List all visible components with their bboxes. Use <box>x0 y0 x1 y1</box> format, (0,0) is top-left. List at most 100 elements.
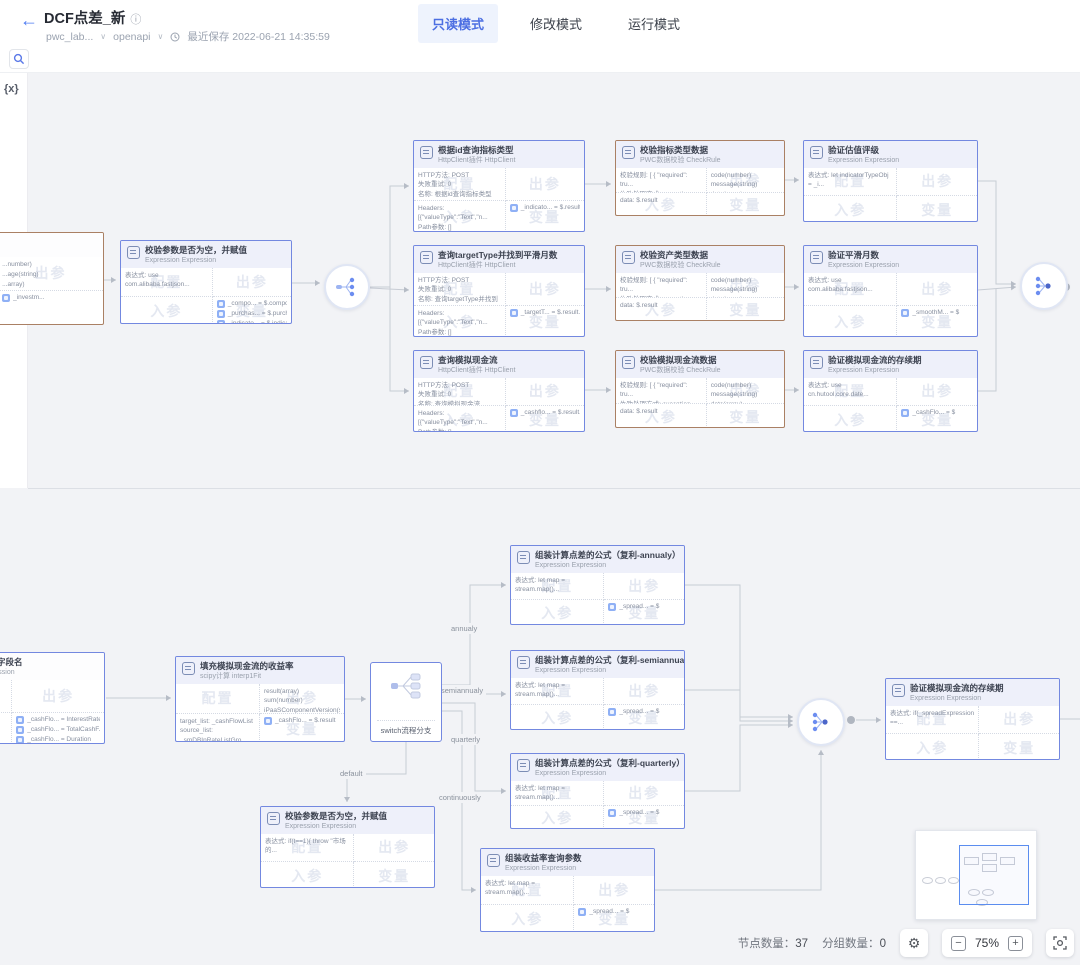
variable-icon <box>510 409 518 417</box>
httpclient-icon <box>420 146 433 159</box>
page-title: DCF点差_新ⓘ <box>44 7 141 28</box>
checkrule-icon <box>622 251 635 264</box>
flow-canvas[interactable]: {x} <box>0 73 1080 965</box>
app-select[interactable]: openapi <box>113 31 150 43</box>
variable-icon <box>510 309 518 317</box>
zoom-level: 75% <box>975 936 999 950</box>
variables-fx-icon[interactable]: {x} <box>4 83 19 95</box>
variable-badge: _cashflo... = $.result.dat... <box>510 409 580 417</box>
minimap-viewport[interactable] <box>959 845 1029 905</box>
variable-badge: _spread... = $ <box>608 809 680 817</box>
edge-label-default: default <box>337 768 366 779</box>
group-count: 分组数量：0 <box>822 935 886 951</box>
node-switch-branch[interactable]: switch流程分支 <box>370 662 442 742</box>
expression-icon <box>127 246 140 259</box>
node-validate-indicator-data[interactable]: 校验指标类型数据PWC数据校验 CheckRule 校验规则: [ { "req… <box>615 140 785 216</box>
section-divider <box>28 488 1080 489</box>
variable-badge: _cashFlo... = $.result <box>264 717 340 725</box>
node-check-params-default[interactable]: 校验参数是否为空，并赋值Expression Expression 配置表达式:… <box>260 806 435 888</box>
expression-icon <box>267 812 280 825</box>
node-count: 节点数量：37 <box>738 935 808 951</box>
tab-readonly-mode[interactable]: 只读模式 <box>418 4 498 43</box>
chevron-down-icon: ∨ <box>100 32 106 41</box>
variable-icon <box>608 809 616 817</box>
node-yield-query-params[interactable]: 组装收益率查询参数Expression Expression 配置表达式: le… <box>480 848 655 932</box>
variable-badge: _cashFlo... = TotalCashF... <box>16 726 100 734</box>
fit-view-icon <box>1053 936 1067 950</box>
httpclient-icon <box>420 251 433 264</box>
variable-icon <box>901 309 909 317</box>
workspace-select[interactable]: pwc_lab... <box>46 31 93 43</box>
variable-icon <box>264 717 272 725</box>
node-verify-duration-top[interactable]: 验证模拟现金流的存续期Expression Expression 配置表达式: … <box>803 350 978 432</box>
variable-icon <box>608 603 616 611</box>
variable-badge: _cashFlo... = Duration <box>16 736 100 744</box>
node-spread-formula-annually[interactable]: 组装计算点差的公式（复利-annualy）Expression Expressi… <box>510 545 685 625</box>
expression-icon <box>810 146 823 159</box>
node-fill-yield[interactable]: 填充模拟现金流的收益率scipy计算 interp1Fit 配置 出参resul… <box>175 656 345 742</box>
variable-icon <box>16 716 24 724</box>
minimap[interactable] <box>915 830 1037 920</box>
expression-icon <box>517 759 530 772</box>
join-icon <box>1032 274 1056 298</box>
variable-badge: _indicato... = $.result.data <box>510 204 580 212</box>
variable-badge: _spread... = $ <box>608 603 680 611</box>
variable-badge: _purchas... = $.purchase... <box>217 310 287 318</box>
node-query-targettype[interactable]: 查询targetType并找到平滑月数HttpClient插件 HttpClie… <box>413 245 585 337</box>
last-saved-text: 最近保存 2022-06-21 14:35:59 <box>187 29 329 44</box>
mode-tabs: 只读模式 修改模式 运行模式 <box>418 3 694 43</box>
variable-badge: _indicato... = $.indicatorT... <box>217 320 287 324</box>
variable-badge: _smoothM... = $ <box>901 309 973 317</box>
search-icon <box>13 53 25 65</box>
header: ← DCF点差_新ⓘ pwc_lab... ∨ openapi ∨ 最近保存 2… <box>0 0 1080 73</box>
variable-badge: _spread... = $ <box>608 708 680 716</box>
variable-icon <box>16 736 24 744</box>
node-check-params-assign[interactable]: 校验参数是否为空，并赋值Expression Expression 配置表达式:… <box>120 240 292 324</box>
fork-node[interactable] <box>324 264 370 310</box>
status-bar: 节点数量：37 分组数量：0 ⚙ − 75% + <box>738 928 1074 958</box>
flow-editor: ← DCF点差_新ⓘ pwc_lab... ∨ openapi ∨ 最近保存 2… <box>0 0 1080 965</box>
node-partial-http[interactable]: 出参...number) ...age(string) ...array) 变量… <box>0 232 104 325</box>
search-button[interactable] <box>9 49 29 69</box>
expression-icon <box>517 656 530 669</box>
zoom-in-button[interactable]: + <box>1008 936 1023 951</box>
variable-badge: _cashFlo... = InterestRate <box>16 716 100 724</box>
fit-view-button[interactable] <box>1046 929 1074 957</box>
expression-icon <box>487 854 500 867</box>
node-verify-valuation[interactable]: 验证估值评级Expression Expression 配置表达式: let i… <box>803 140 978 222</box>
clock-icon <box>170 32 180 42</box>
switch-icon <box>389 673 423 699</box>
tab-run-mode[interactable]: 运行模式 <box>614 4 694 43</box>
node-spread-formula-semiannually[interactable]: 组装计算点差的公式（复利-semiannualy）Expression Expr… <box>510 650 685 730</box>
checkrule-icon <box>622 146 635 159</box>
settings-button[interactable]: ⚙ <box>900 929 928 957</box>
variable-icon <box>217 300 225 308</box>
zoom-controls: − 75% + <box>942 929 1032 957</box>
expression-icon <box>810 251 823 264</box>
variable-icon <box>217 310 225 318</box>
node-spread-formula-quarterly[interactable]: 组装计算点差的公式（复利-quarterly）Expression Expres… <box>510 753 685 829</box>
variable-icon <box>16 726 24 734</box>
node-validate-asset-data[interactable]: 校验资产类型数据PWC数据校验 CheckRule 校验规则: [ { "req… <box>615 245 785 321</box>
variable-badge: _cashFlo... = $ <box>901 409 973 417</box>
edge-label-quarterly: quarterly <box>448 734 483 745</box>
back-button[interactable]: ← <box>14 10 44 30</box>
expression-icon <box>810 356 823 369</box>
checkrule-icon <box>622 356 635 369</box>
chevron-down-icon: ∨ <box>158 32 164 41</box>
node-query-sim-cashflow[interactable]: 查询模拟现金流HttpClient插件 HttpClient 配置HTTP方法:… <box>413 350 585 432</box>
edge-label-semiannually: semiannualy <box>438 685 486 696</box>
variable-icon <box>901 409 909 417</box>
node-verify-smooth-months[interactable]: 验证平滑月数Expression Expression 配置表达式: use c… <box>803 245 978 337</box>
node-validate-cashflow-data[interactable]: 校验模拟现金流数据PWC数据校验 CheckRule 校验规则: [ { "re… <box>615 350 785 428</box>
join-node-bottom[interactable] <box>797 698 845 746</box>
info-icon: ⓘ <box>130 14 141 26</box>
tab-edit-mode[interactable]: 修改模式 <box>516 4 596 43</box>
node-query-indicator-type[interactable]: 根据id查询指标类型HttpClient插件 HttpClient 配置HTTP… <box>413 140 585 232</box>
fork-icon <box>335 275 359 299</box>
node-partial-set-fields[interactable]: 设置字段名Expression Rate =... 出参 _cashFlo...… <box>0 652 105 744</box>
join-node[interactable] <box>1020 262 1068 310</box>
variable-icon <box>578 908 586 916</box>
node-verify-duration-bottom[interactable]: 验证模拟现金流的存续期Expression Expression 配置表达式: … <box>885 678 1060 760</box>
zoom-out-button[interactable]: − <box>951 936 966 951</box>
